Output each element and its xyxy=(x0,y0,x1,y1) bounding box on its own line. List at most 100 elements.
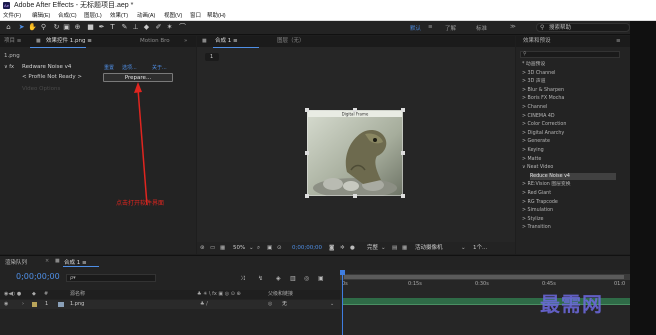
effect-category-item[interactable]: > Blur & Sharpen xyxy=(522,87,628,94)
fx-toggle-icon[interactable]: ∨ fx xyxy=(4,64,14,70)
work-area-range[interactable] xyxy=(344,275,624,279)
effect-category-item[interactable]: > Digital Anarchy xyxy=(522,130,628,137)
effect-category-item[interactable]: > Generate xyxy=(522,138,628,145)
effect-options-link[interactable]: 选项... xyxy=(122,64,137,71)
menu-window[interactable]: 窗口 xyxy=(190,11,201,21)
puppet-tool-icon[interactable]: ✶ xyxy=(165,23,174,32)
panel-menu-icon[interactable]: ≡ xyxy=(616,36,621,47)
more-tabs-icon[interactable]: » xyxy=(184,36,187,47)
tab-composition[interactable]: 合成 1 ≡ xyxy=(215,36,238,47)
lock-icon[interactable]: ■ xyxy=(36,36,41,47)
hand-tool-icon[interactable]: ✋ xyxy=(28,23,37,32)
effect-category-item[interactable]: > Simulation xyxy=(522,207,628,214)
home-icon[interactable]: ⌂ xyxy=(4,23,13,32)
camera-tool-icon[interactable]: ▣ xyxy=(62,23,71,32)
display-icon[interactable]: ▭ xyxy=(210,242,215,254)
table-row[interactable]: ◉ › 1 1.png ♣ / ◎ 无 ⌄ xyxy=(0,300,340,309)
visibility-eye-icon[interactable]: ◉ xyxy=(4,300,8,309)
menu-layer[interactable]: 图层(L) xyxy=(84,11,102,21)
effect-category-item[interactable]: Reduce Noise v4 xyxy=(530,172,616,180)
roto-brush-tool-icon[interactable]: ✐ xyxy=(154,23,163,32)
clone-stamp-tool-icon[interactable]: ⊥ xyxy=(131,23,140,32)
effect-category-item[interactable]: > Channel xyxy=(522,104,628,111)
resolution-select[interactable]: 完整 xyxy=(367,242,378,254)
comp-breadcrumb[interactable]: 1 xyxy=(205,53,219,61)
workspace-more[interactable]: ≫ xyxy=(510,24,516,30)
shy-layers-icon[interactable]: ◈ xyxy=(276,275,281,282)
effect-category-item[interactable]: > Boris FX Mocha xyxy=(522,95,628,102)
zoom-select[interactable]: 50% xyxy=(233,242,245,254)
chevron-down-icon[interactable]: ⌄ xyxy=(461,242,466,254)
brush-tool-icon[interactable]: ✎ xyxy=(120,23,129,32)
parent-column[interactable]: 父级和链接 xyxy=(268,290,293,299)
tab-effect-controls[interactable]: 效果控件 1.png ≡ xyxy=(46,36,92,47)
color-channel-icon[interactable]: ● xyxy=(350,242,355,254)
workspace-default[interactable]: 默认 xyxy=(410,24,421,32)
effect-category-item[interactable]: > Red Giant xyxy=(522,190,628,197)
graph-editor-icon[interactable]: ▣ xyxy=(318,275,324,282)
workspace-standard[interactable]: 标准 xyxy=(476,24,487,32)
transform-handle[interactable] xyxy=(401,194,405,198)
close-icon[interactable]: × xyxy=(45,258,49,264)
effect-category-item[interactable]: > Stylize xyxy=(522,216,628,223)
composition-image[interactable]: Digital Frame xyxy=(307,110,403,196)
layer-switch-icons[interactable]: ♣ / xyxy=(200,300,208,309)
menu-composition[interactable]: 合成(C) xyxy=(58,11,77,21)
rotate-tool-icon[interactable]: ↻ xyxy=(52,23,61,32)
effect-category-item[interactable]: > RE:Vision 图层变换 xyxy=(522,181,628,188)
tab-project[interactable]: 项目 ≡ xyxy=(4,36,21,47)
tab-render-queue[interactable]: 渲染队列 xyxy=(5,258,27,266)
playhead-handle[interactable] xyxy=(340,270,345,275)
effect-category-item[interactable]: > Keying xyxy=(522,147,628,154)
pixel-aspect-icon[interactable]: ▦ xyxy=(220,242,225,254)
transparency-grid-icon[interactable]: ▣ xyxy=(267,242,272,254)
comp-mini-flowchart-icon[interactable]: ⤨ xyxy=(240,275,245,283)
label-color-swatch[interactable] xyxy=(32,302,37,307)
effect-category-item[interactable]: > CINEMA 4D xyxy=(522,113,628,120)
rectangle-tool-icon[interactable]: ■ xyxy=(86,23,95,32)
menu-animation[interactable]: 动画(A) xyxy=(137,11,155,21)
tab-comp-timeline[interactable]: 合成 1 ≡ xyxy=(64,258,87,266)
effect-category-item[interactable]: > 3D 声道 xyxy=(522,78,628,85)
menu-edit[interactable]: 编辑(E) xyxy=(32,11,50,21)
effect-category-item[interactable]: ∨ Neat Video xyxy=(522,164,628,171)
parent-select[interactable]: 无 xyxy=(282,300,287,309)
layer-name[interactable]: 1.png xyxy=(70,300,84,309)
snapping-icon[interactable]: ⌒ xyxy=(178,23,187,32)
expand-arrow-icon[interactable]: › xyxy=(22,300,24,309)
workspace-menu-icon[interactable]: ≡ xyxy=(428,24,433,30)
transform-handle[interactable] xyxy=(401,108,405,112)
transform-handle[interactable] xyxy=(401,151,405,155)
grid-guides-icon[interactable]: ▦ xyxy=(402,242,407,254)
chevron-down-icon[interactable]: ⌄ xyxy=(330,300,334,309)
views-select[interactable]: 1个... xyxy=(473,242,487,254)
always-preview-icon[interactable]: ⊛ xyxy=(200,242,205,254)
zoom-tool-icon[interactable]: ⚲ xyxy=(39,23,48,32)
current-time-display[interactable]: 0;00;00;00 xyxy=(292,242,322,254)
menu-view[interactable]: 视图(V) xyxy=(164,11,182,21)
camera-select[interactable]: 活动摄像机 xyxy=(415,242,443,254)
transform-handle[interactable] xyxy=(305,108,309,112)
effect-category-item[interactable]: * 动画预设 xyxy=(522,61,628,68)
help-search-box[interactable]: ⚲ 搜索帮助 xyxy=(536,23,630,32)
timeline-current-time[interactable]: 0;00;00;00 xyxy=(16,272,60,281)
transform-handle[interactable] xyxy=(305,194,309,198)
draft-3d-icon[interactable]: ↯ xyxy=(258,275,263,282)
effect-category-item[interactable]: > Transition xyxy=(522,224,628,231)
effects-search-input[interactable]: ⚲ xyxy=(520,51,620,58)
workspace-learn[interactable]: 了解 xyxy=(445,24,456,32)
pan-behind-tool-icon[interactable]: ⊕ xyxy=(73,23,82,32)
frame-blending-icon[interactable]: ▥ xyxy=(290,275,296,282)
effect-category-item[interactable]: > Matte xyxy=(522,156,628,163)
lock-icon[interactable]: ■ xyxy=(55,258,60,264)
source-name-column[interactable]: 源名称 xyxy=(70,290,85,299)
lock-icon[interactable]: ■ xyxy=(202,36,207,47)
tab-layer[interactable]: 图层（无） xyxy=(277,36,305,47)
effect-category-item[interactable]: > Color Correction xyxy=(522,121,628,128)
effect-about-link[interactable]: 关于... xyxy=(152,64,167,71)
chevron-down-icon[interactable]: ⌄ xyxy=(249,242,254,254)
transform-handle[interactable] xyxy=(353,194,357,198)
snapshot-camera-icon[interactable]: ◙ xyxy=(329,242,334,254)
effect-reset-link[interactable]: 重置 xyxy=(104,64,114,71)
menu-help[interactable]: 帮助(H) xyxy=(207,11,226,21)
